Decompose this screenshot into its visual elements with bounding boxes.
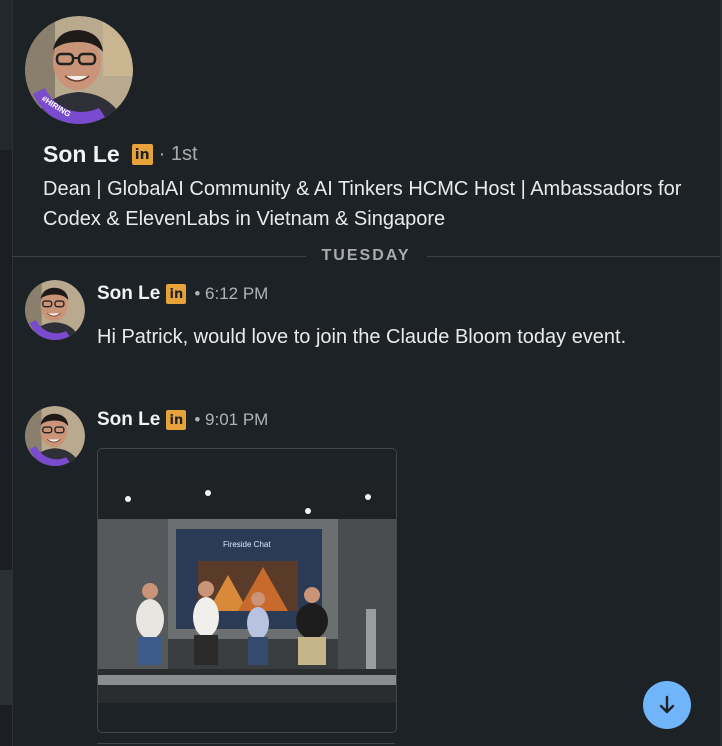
profile-headline: Dean | GlobalAI Community & AI Tinkers H… <box>43 178 682 230</box>
message-avatar[interactable] <box>25 406 85 466</box>
linkedin-icon: in <box>166 284 187 304</box>
linkedin-icon: in <box>131 144 153 165</box>
message-header: Son Le in • 6:12 PM <box>97 283 268 305</box>
event-photo[interactable]: Fireside Chat <box>98 479 396 703</box>
divider-line <box>97 743 395 744</box>
divider-line <box>12 255 306 257</box>
message-avatar[interactable] <box>25 280 85 340</box>
message-time: • 9:01 PM <box>194 410 269 429</box>
svg-text:Fireside Chat: Fireside Chat <box>223 540 271 549</box>
arrow-down-icon <box>659 695 675 714</box>
profile-name-row: Son Le in · 1st <box>43 141 198 168</box>
linkedin-icon: in <box>166 410 187 430</box>
message-header: Son Le in • 9:01 PM <box>97 409 268 431</box>
sender-name[interactable]: Son Le <box>97 283 160 305</box>
message-text: Hi Patrick, would love to join the Claud… <box>97 326 627 348</box>
profile-header: #HIRING Son Le in · 1st Dean | GlobalAI … <box>12 0 720 258</box>
connection-degree: · 1st <box>158 143 198 165</box>
profile-name[interactable]: Son Le <box>43 141 120 168</box>
divider-line <box>426 255 721 257</box>
sender-name[interactable]: Son Le <box>97 409 160 431</box>
day-divider: TUESDAY <box>12 246 721 266</box>
image-attachment[interactable]: Fireside Chat <box>97 448 397 733</box>
scroll-to-bottom-button[interactable] <box>643 681 691 729</box>
message-time: • 6:12 PM <box>194 284 269 303</box>
profile-avatar[interactable]: #HIRING <box>25 16 133 124</box>
day-label: TUESDAY <box>321 247 411 264</box>
